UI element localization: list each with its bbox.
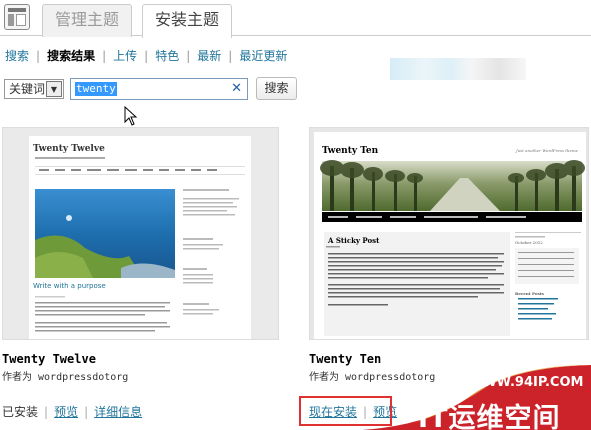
subnav-featured[interactable]: 特色 [155, 49, 179, 63]
mouse-cursor-icon [124, 106, 138, 126]
watermark-url: WWW.94IP.COM [468, 375, 584, 390]
preview-post-title: A Sticky Post [328, 236, 380, 245]
appearance-icon [4, 4, 30, 30]
subnav-upload[interactable]: 上传 [113, 49, 137, 63]
preview-site-title: Twenty Ten [322, 146, 379, 156]
search-button[interactable]: 搜索 [256, 77, 297, 100]
subnav-search-results[interactable]: 搜索结果 [47, 49, 95, 63]
theme-name: Twenty Twelve [2, 352, 96, 366]
theme-actions: 已安装 | 预览 | 详细信息 [2, 405, 143, 419]
watermark-title: IT运维空间 [418, 403, 561, 430]
details-link[interactable]: 详细信息 [94, 405, 142, 419]
tab-manage-themes[interactable]: 管理主题 [42, 4, 133, 37]
subnav-recently-updated[interactable]: 最近更新 [239, 49, 287, 63]
install-subnav: 搜索 | 搜索结果 | 上传 | 特色 | 最新 | 最近更新 [5, 49, 288, 63]
subnav-newest[interactable]: 最新 [197, 49, 221, 63]
chevron-down-icon: ▼ [46, 81, 62, 97]
theme-header: 管理主题 安装主题 [0, 0, 591, 38]
preview-calendar-title: October 2012 [515, 240, 543, 245]
preview-tagline: Just another WordPress theme [516, 148, 578, 153]
subnav-search[interactable]: 搜索 [5, 49, 29, 63]
search-type-select[interactable]: 关键词 ▼ [4, 79, 64, 99]
theme-name: Twenty Ten [309, 352, 382, 366]
preview-post-title: Write with a purpose [33, 282, 106, 290]
preview-link[interactable]: 预览 [54, 405, 78, 419]
clear-icon[interactable]: ✕ [231, 82, 242, 96]
installed-label: 已安装 [2, 405, 39, 419]
tab-install-themes[interactable]: 安装主题 [142, 4, 233, 38]
theme-author: 作者为 wordpressdotorg [2, 372, 129, 383]
search-query-text: twenty [75, 82, 117, 96]
search-input[interactable]: twenty ✕ [70, 78, 248, 100]
search-type-value: 关键词 [9, 82, 46, 96]
theme-screenshot-twenty-twelve[interactable]: Twenty Twelve Write with a purpose [2, 127, 279, 340]
preview-recent-posts: Recent Posts [515, 291, 544, 296]
theme-screenshot-twenty-ten[interactable]: Twenty Ten Just another WordPress theme … [309, 127, 589, 340]
blurred-region [390, 58, 526, 80]
preview-site-title: Twenty Twelve [33, 144, 105, 154]
